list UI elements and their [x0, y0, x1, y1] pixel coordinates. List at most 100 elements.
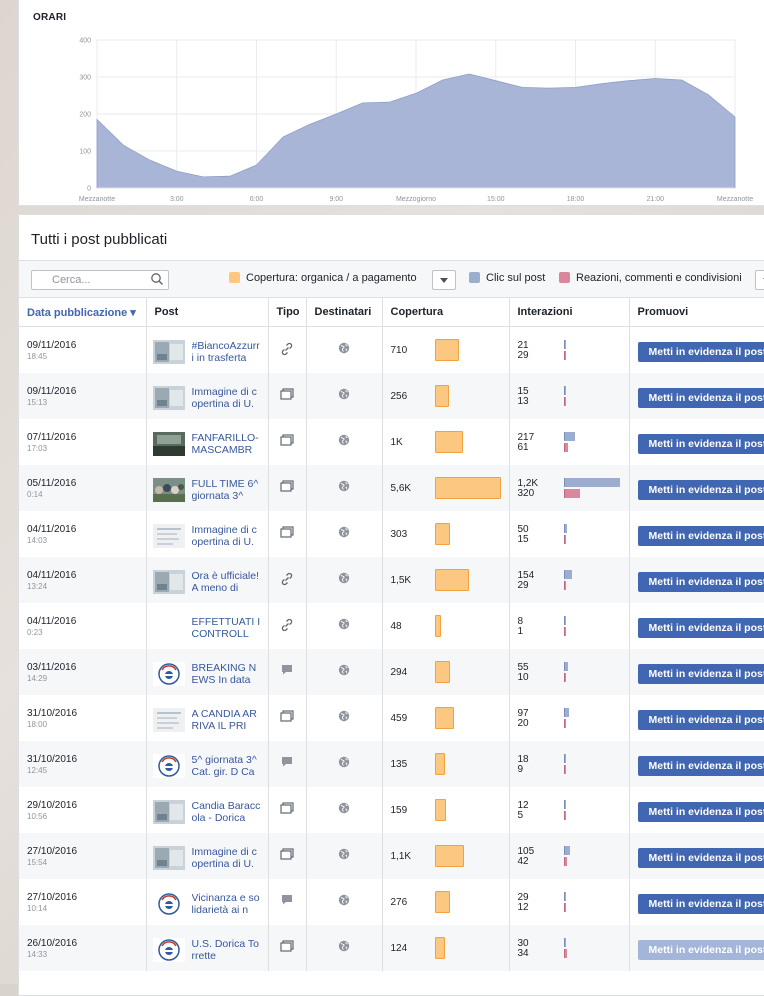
boost-post-button[interactable]: Metti in evidenza il post: [638, 848, 764, 868]
boost-post-button[interactable]: Metti in evidenza il post: [638, 664, 764, 684]
post-link[interactable]: Immagine di copertina di U.: [192, 386, 262, 410]
table-row[interactable]: 05/11/20160:14FULL TIME 6^ giornata 3^5,…: [19, 465, 764, 511]
post-link[interactable]: EFFETTUATI I CONTROLL: [192, 616, 262, 640]
column-header-interactions[interactable]: Interazioni: [509, 298, 629, 327]
post-link[interactable]: BREAKING NEWS In data: [192, 662, 262, 686]
boost-post-button[interactable]: Metti in evidenza il post: [638, 894, 764, 914]
search-input[interactable]: Cerca...: [31, 270, 169, 290]
boost-post-button[interactable]: Metti in evidenza il post: [638, 434, 764, 454]
type-cell: [268, 787, 306, 833]
clicks-bar: [564, 708, 569, 717]
post-link[interactable]: FANFARILLO-MASCAMBR: [192, 432, 262, 456]
table-row[interactable]: 27/10/201610:14 Vicinanza e solidarietà a…: [19, 879, 764, 925]
boost-post-button[interactable]: Metti in evidenza il post: [638, 756, 764, 776]
reach-dropdown[interactable]: [432, 270, 456, 290]
type-cell: [268, 925, 306, 971]
globe-icon: [338, 940, 350, 955]
status-icon: [281, 756, 293, 770]
post-cell[interactable]: U.S. Dorica Torrette: [146, 925, 268, 971]
photo-album-icon: [280, 526, 294, 541]
post-link[interactable]: Immagine di copertina di U.: [192, 846, 262, 870]
photo-album-icon: [280, 480, 294, 495]
post-link[interactable]: #BiancoAzzurri in trasferta: [192, 340, 262, 364]
post-link[interactable]: FULL TIME 6^ giornata 3^: [192, 478, 262, 502]
post-cell[interactable]: 5^ giornata 3^ Cat. gir. D Ca: [146, 741, 268, 787]
reach-value: 159: [391, 805, 408, 816]
column-header-post[interactable]: Post: [146, 298, 268, 327]
column-header-type[interactable]: Tipo: [268, 298, 306, 327]
reactions-dropdown[interactable]: [755, 270, 764, 290]
post-cell[interactable]: Immagine di copertina di U.: [146, 833, 268, 879]
legend-reach: Copertura: organica / a pagamento: [229, 272, 417, 284]
posts-panel: Tutti i post pubblicati Cerca... Copertu…: [18, 214, 764, 996]
type-cell: [268, 879, 306, 925]
reactions-value: 13: [518, 396, 529, 407]
clicks-bar: [564, 800, 566, 809]
type-cell: [268, 649, 306, 695]
photo-album-icon: [280, 848, 294, 863]
post-cell[interactable]: EFFETTUATI I CONTROLL: [146, 603, 268, 649]
type-cell: [268, 833, 306, 879]
boost-post-button[interactable]: Metti in evidenza il post: [638, 802, 764, 822]
post-time: 17:03: [27, 444, 146, 453]
post-link[interactable]: A CANDIA ARRIVA IL PRI: [192, 708, 262, 732]
post-link[interactable]: Candia Baraccola - Dorica: [192, 800, 262, 824]
column-header-audience[interactable]: Destinatari: [306, 298, 382, 327]
table-row[interactable]: 09/11/201618:45#BiancoAzzurri in trasfer…: [19, 327, 764, 374]
post-cell[interactable]: Vicinanza e solidarietà ai n: [146, 879, 268, 925]
date-cell: 27/10/201610:14: [19, 879, 146, 925]
post-cell[interactable]: Candia Baraccola - Dorica: [146, 787, 268, 833]
table-row[interactable]: 31/10/201612:455^ giornata 3^ Cat. gir. …: [19, 741, 764, 787]
search-icon[interactable]: [150, 272, 164, 286]
hours-chart-panel: ORARI 4003002001000Mezzanotte3:006:009:0…: [18, 0, 764, 206]
promote-cell: Metti in evidenza il post: [629, 879, 764, 925]
type-cell: [268, 465, 306, 511]
post-cell[interactable]: Immagine di copertina di U.: [146, 511, 268, 557]
table-row[interactable]: 26/10/201614:33U.S. Dorica Torrette12430…: [19, 925, 764, 971]
post-link[interactable]: Ora è ufficiale! A meno di: [192, 570, 262, 594]
post-cell[interactable]: A CANDIA ARRIVA IL PRI: [146, 695, 268, 741]
boost-post-button[interactable]: Metti in evidenza il post: [638, 710, 764, 730]
table-row[interactable]: 04/11/20160:23EFFETTUATI I CONTROLL4881M…: [19, 603, 764, 649]
boost-post-button[interactable]: Metti in evidenza il post: [638, 572, 764, 592]
post-link[interactable]: Immagine di copertina di U.: [192, 524, 262, 548]
reactions-value: 5: [518, 810, 524, 821]
table-row[interactable]: 04/11/201614:03Immagine di copertina di …: [19, 511, 764, 557]
date-cell: 04/11/201613:24: [19, 557, 146, 603]
table-row[interactable]: 27/10/201615:54Immagine di copertina di …: [19, 833, 764, 879]
post-cell[interactable]: Immagine di copertina di U.: [146, 373, 268, 419]
reach-cell: 1K: [382, 419, 509, 465]
boost-post-button[interactable]: Metti in evidenza il post: [638, 388, 764, 408]
column-header-reach[interactable]: Copertura: [382, 298, 509, 327]
table-row[interactable]: 09/11/201615:13Immagine di copertina di …: [19, 373, 764, 419]
boost-post-button[interactable]: Metti in evidenza il post: [638, 526, 764, 546]
table-row[interactable]: 04/11/201613:24 Ora è ufficiale! A meno d…: [19, 557, 764, 603]
table-row[interactable]: 31/10/201618:00A CANDIA ARRIVA IL PRI459…: [19, 695, 764, 741]
promote-cell: Metti in evidenza il post: [629, 327, 764, 374]
boost-post-button[interactable]: Metti in evidenza il post: [638, 618, 764, 638]
post-link[interactable]: U.S. Dorica Torrette: [192, 938, 262, 962]
column-header-date[interactable]: Data pubblicazione ▾: [19, 298, 146, 327]
post-cell[interactable]: BREAKING NEWS In data: [146, 649, 268, 695]
column-header-promote[interactable]: Promuovi: [629, 298, 764, 327]
reach-value: 303: [391, 529, 408, 540]
post-link[interactable]: 5^ giornata 3^ Cat. gir. D Ca: [192, 754, 262, 778]
post-cell[interactable]: #BiancoAzzurri in trasferta: [146, 327, 268, 374]
promote-cell: Metti in evidenza il post: [629, 373, 764, 419]
table-row[interactable]: 29/10/201610:56Candia Baraccola - Dorica…: [19, 787, 764, 833]
post-cell[interactable]: FANFARILLO-MASCAMBR: [146, 419, 268, 465]
post-time: 0:23: [27, 628, 146, 637]
post-cell[interactable]: Ora è ufficiale! A meno di: [146, 557, 268, 603]
table-row[interactable]: 03/11/201614:29BREAKING NEWS In data2945…: [19, 649, 764, 695]
clicks-bar: [564, 616, 566, 625]
post-link[interactable]: Vicinanza e solidarietà ai n: [192, 892, 262, 916]
reactions-value: 15: [518, 534, 529, 545]
interactions-values: 2129: [518, 341, 529, 361]
post-cell[interactable]: FULL TIME 6^ giornata 3^: [146, 465, 268, 511]
table-row[interactable]: 07/11/201617:03FANFARILLO-MASCAMBR1K2176…: [19, 419, 764, 465]
post-time: 13:24: [27, 582, 146, 591]
boost-post-button[interactable]: Metti in evidenza il post: [638, 342, 764, 362]
audience-cell: [306, 649, 382, 695]
boost-post-button[interactable]: Metti in evidenza il post: [638, 480, 764, 500]
boost-post-button[interactable]: Metti in evidenza il post: [638, 940, 764, 960]
